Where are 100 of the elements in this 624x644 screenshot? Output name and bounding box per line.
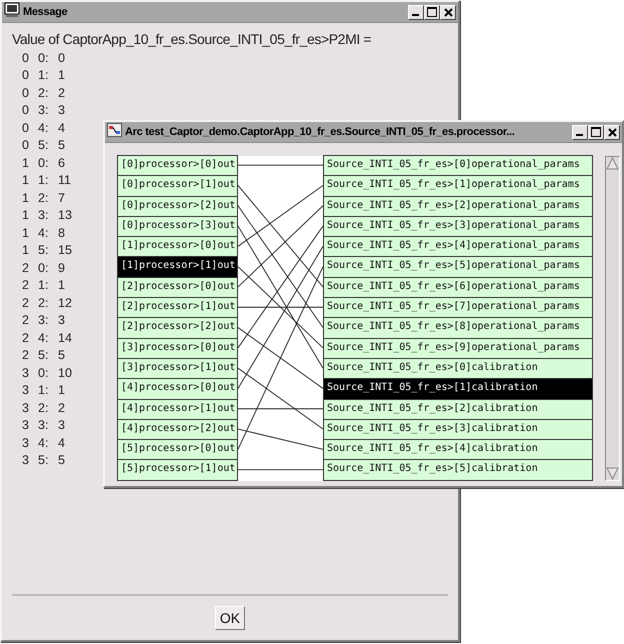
value-text: 3: [22, 418, 30, 432]
port-item[interactable]: [5]processor>[0]out: [117, 439, 238, 460]
value-text: 3: [22, 400, 30, 415]
close-button[interactable]: [440, 4, 456, 20]
value-text: 4:: [38, 330, 50, 345]
value-text: 11: [58, 173, 72, 188]
value-text: 1: [22, 173, 30, 188]
maximize-icon: [591, 127, 601, 137]
close-icon: [444, 8, 452, 16]
port-item[interactable]: [4]processor>[2]out: [117, 418, 238, 440]
value-text: 1:: [38, 383, 50, 398]
value-text: 13: [58, 208, 73, 222]
value-text: 0: [22, 120, 30, 135]
port-item[interactable]: [2]processor>[1]out: [117, 297, 238, 318]
port-item[interactable]: [0]processor>[2]out: [117, 196, 238, 217]
port-item[interactable]: [3]processor>[0]out: [117, 338, 238, 359]
port-item[interactable]: [1]processor>[0]out: [117, 236, 238, 258]
value-text: 8: [58, 226, 66, 240]
value-text: 1: [58, 68, 66, 82]
ok-button[interactable]: OK: [214, 606, 246, 630]
value-text: 0:: [38, 156, 50, 170]
port-item[interactable]: [2]processor>[0]out: [117, 276, 238, 298]
port-item[interactable]: [4]processor>[1]out: [117, 398, 238, 420]
value-text: 15: [58, 243, 73, 258]
port-item[interactable]: [2]processor>[2]out: [117, 317, 238, 339]
port-item[interactable]: [0]processor>[1]out: [117, 175, 238, 197]
value-text: 0: [22, 50, 30, 65]
value-text: 1:: [38, 278, 50, 292]
value-text: 5:: [38, 243, 50, 258]
port-item[interactable]: Source_INTI_05_fr_es>[4]operational_params: [323, 236, 593, 258]
port-item[interactable]: Source_INTI_05_fr_es>[7]operational_params: [323, 297, 593, 318]
port-item[interactable]: [0]processor>[0]out: [117, 155, 238, 176]
maximize-button[interactable]: [424, 4, 440, 20]
scroll-up-icon[interactable]: [606, 157, 619, 170]
value-text: 3: [58, 418, 66, 432]
value-text: 2:: [38, 400, 50, 415]
port-item[interactable]: Source_INTI_05_fr_es>[3]operational_params: [323, 216, 593, 238]
port-item[interactable]: Source_INTI_05_fr_es>[0]operational_params: [323, 155, 593, 176]
scroll-down-icon[interactable]: [606, 466, 619, 480]
port-item[interactable]: [4]processor>[0]out: [117, 378, 238, 400]
value-text: 0:: [38, 260, 50, 275]
value-text: 2:: [38, 86, 50, 100]
port-item[interactable]: [3]processor>[1]out: [117, 358, 238, 380]
value-text: 12: [58, 296, 73, 310]
minimize-button[interactable]: [408, 4, 424, 20]
window-title: Arc test_Captor_demo.CaptorApp_10_fr_es.Source_INTI_05_fr_es.processor...: [125, 126, 516, 138]
value-text: 7: [58, 190, 66, 205]
value-text: 2: [22, 260, 30, 275]
port-item[interactable]: [0]processor>[3]out: [117, 216, 238, 238]
value-text: 4:: [38, 226, 50, 240]
value-text: 2: [58, 400, 66, 415]
value-text: 1: [22, 156, 30, 170]
port-item[interactable]: Source_INTI_05_fr_es>[1]operational_params: [323, 175, 593, 197]
value-text: 5:: [38, 138, 50, 152]
port-item[interactable]: Source_INTI_05_fr_es>[0]calibration: [323, 358, 593, 380]
port-item[interactable]: Source_INTI_05_fr_es>[9]operational_params: [323, 338, 593, 359]
value-text: 3: [58, 313, 66, 328]
value-text: 0:: [38, 366, 50, 380]
value-text: 3:: [38, 208, 50, 222]
value-text: 0: [22, 86, 30, 100]
diagram-icon: [107, 122, 122, 136]
message-text: Value of CaptorApp_10_fr_es.Source_INTI_05_fr_es>P2MI =: [12, 31, 372, 47]
port-item[interactable]: Source_INTI_05_fr_es>[2]calibration: [323, 398, 593, 420]
value-text: 2: [22, 278, 30, 292]
value-text: 3:: [38, 103, 50, 118]
port-item[interactable]: Source_INTI_05_fr_es>[4]calibration: [323, 439, 593, 460]
port-item[interactable]: Source_INTI_05_fr_es>[6]operational_params: [323, 276, 593, 298]
value-text: 3: [22, 366, 30, 380]
close-button[interactable]: [604, 124, 620, 140]
value-text: 0: [22, 138, 30, 152]
value-text: 1: [22, 243, 30, 258]
port-item[interactable]: [1]processor>[1]out: [117, 256, 238, 278]
minimize-button[interactable]: [572, 124, 588, 140]
value-text: 1:: [38, 173, 50, 188]
value-text: 2: [58, 86, 66, 100]
port-item[interactable]: Source_INTI_05_fr_es>[5]calibration: [323, 459, 593, 481]
port-item[interactable]: Source_INTI_05_fr_es>[8]operational_params: [323, 317, 593, 339]
value-text: 3: [58, 103, 66, 118]
port-item[interactable]: Source_INTI_05_fr_es>[1]calibration: [323, 378, 593, 400]
value-text: 0: [58, 50, 66, 65]
value-text: 0: [22, 103, 30, 118]
value-text: 1: [22, 190, 30, 205]
value-text: 5: [58, 138, 66, 152]
value-text: 14: [58, 330, 73, 345]
port-item[interactable]: Source_INTI_05_fr_es>[3]calibration: [323, 418, 593, 440]
port-item[interactable]: Source_INTI_05_fr_es>[2]operational_params: [323, 196, 593, 217]
value-text: 1: [58, 278, 66, 292]
scrollbar[interactable]: [605, 156, 620, 481]
value-text: 4: [58, 436, 66, 450]
value-text: 4:: [38, 436, 50, 450]
value-text: 2: [22, 296, 30, 310]
port-item[interactable]: [5]processor>[1]out: [117, 459, 238, 481]
port-item[interactable]: Source_INTI_05_fr_es>[5]operational_params: [323, 256, 593, 278]
value-text: 3: [22, 383, 30, 398]
maximize-button[interactable]: [588, 124, 604, 140]
value-text: 2: [22, 313, 30, 328]
value-text: 5: [58, 348, 66, 362]
value-text: 2: [22, 330, 30, 345]
value-text: 4:: [38, 120, 50, 135]
value-text: 5: [58, 453, 66, 468]
